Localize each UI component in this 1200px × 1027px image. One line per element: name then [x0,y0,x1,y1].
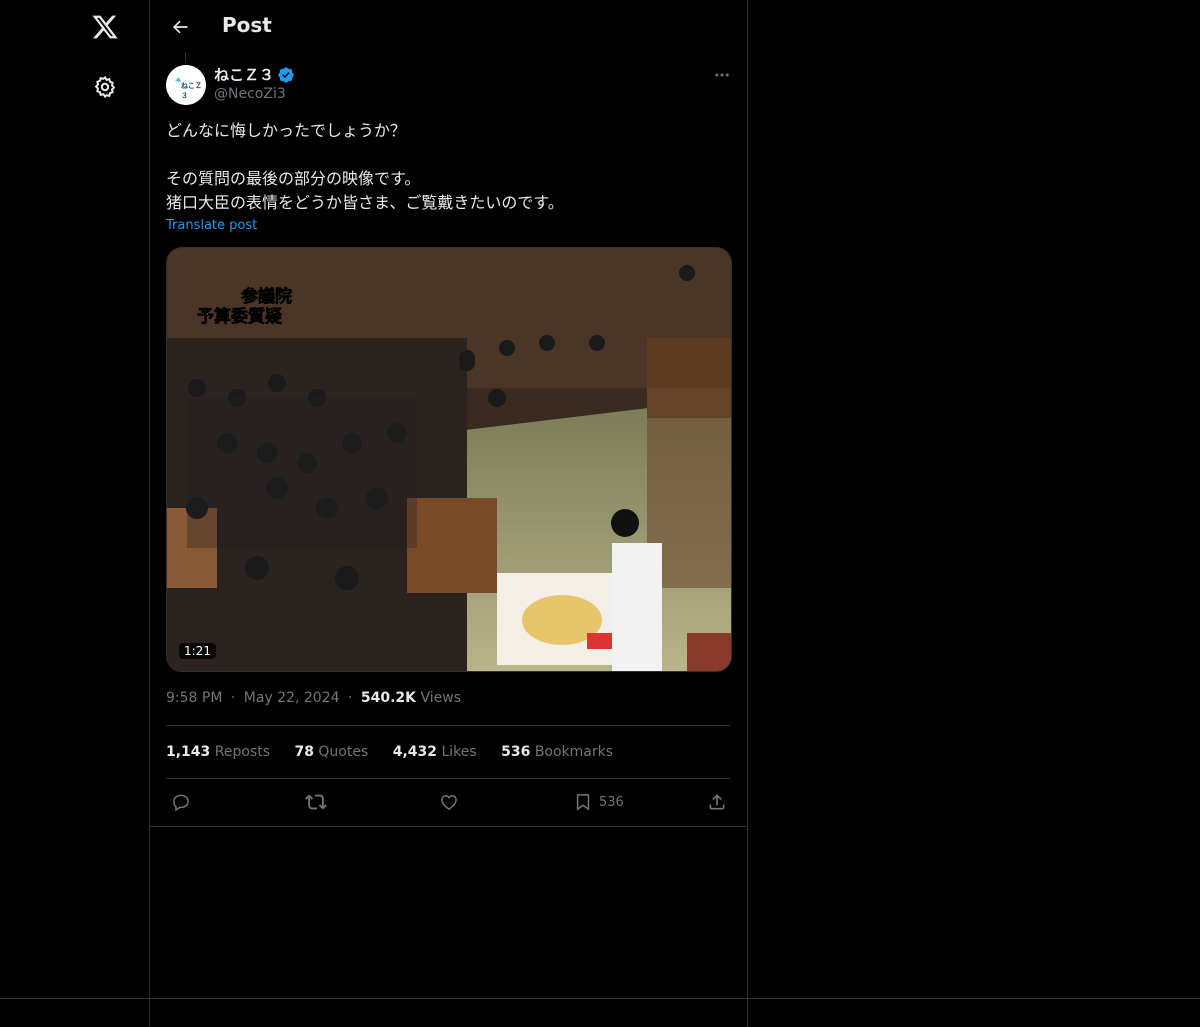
post-text-line [166,143,736,167]
more-icon [715,73,729,77]
avatar[interactable]: ねこＺ３ [166,65,206,105]
likes-count: 4,432 [392,744,437,760]
video-caption-1: 参議院 [241,286,292,307]
divider [166,778,731,779]
repost-icon [305,794,327,810]
arrow-left-icon [172,20,188,34]
gear-icon[interactable] [88,70,122,104]
quotes-label: Quotes [318,744,369,760]
reposts-label: Reposts [214,744,270,760]
bookmark-icon [576,794,590,811]
post-text-line: どんなに悔しかったでしょうか？ [166,121,407,140]
views-count: 540.2K [360,690,417,706]
like-button[interactable] [439,789,459,815]
avatar-label: ねこＺ３ [181,82,202,100]
repost-button[interactable] [305,789,327,815]
bookmarks-count: 536 [501,744,531,760]
reposts-count: 1,143 [166,744,211,760]
likes-label: Likes [441,744,477,760]
engagement-stats: 1,143 Reposts 78 Quotes 4,432 Likes 536 … [166,744,633,760]
bookmark-count: 536 [599,794,624,810]
share-icon [709,794,725,810]
verified-badge-icon [277,66,295,88]
footer-divider [0,998,1200,999]
video-caption-2: 予算委質疑 [197,306,282,327]
main-bottom-divider [149,826,748,827]
post-meta: 9:58 PM · May 22, 2024 · 540.2K Views [166,690,461,706]
video-duration: 1:21 [179,643,216,659]
translate-post-link[interactable]: Translate post [166,218,257,233]
reply-icon [173,794,189,812]
likes-stat[interactable]: 4,432 Likes [393,744,477,760]
divider [166,725,731,726]
reply-button[interactable] [171,789,191,815]
post-text-line: その質問の最後の部分の映像です。 [166,169,421,188]
post-text-line: 猪口大臣の表情をどうか皆さま、ご覧戴きたいのです。 [166,193,564,212]
bookmarks-label: Bookmarks [534,744,614,760]
page-title: Post [222,13,272,37]
bookmarks-stat[interactable]: 536 Bookmarks [501,744,613,760]
separator-dot: · [230,690,236,706]
x-logo-icon[interactable] [88,10,122,44]
bookmark-button[interactable]: 536 [573,789,624,815]
share-button[interactable] [707,789,727,815]
quotes-count: 78 [294,744,314,760]
main-column: Post ねこＺ３ ねこＺ３ @NecoZi3 どんなに悔しかったでしょうか？ … [149,0,748,1027]
post-text: どんなに悔しかったでしょうか？ その質問の最後の部分の映像です。 猪口大臣の表情… [166,119,736,215]
video-thumbnail: 参議院 予算委質疑 [167,248,731,671]
header: Post [149,0,747,53]
thread-line [185,52,186,62]
post-date[interactable]: May 22, 2024 [244,690,340,706]
separator-dot: · [347,690,353,706]
quotes-stat[interactable]: 78 Quotes [294,744,368,760]
author-name[interactable]: ねこＺ３ [214,64,274,85]
post-time[interactable]: 9:58 PM [166,690,222,706]
back-button[interactable] [163,10,197,44]
views-label: Views [420,690,462,706]
video-player[interactable]: 参議院 予算委質疑 1:21 [166,247,732,672]
left-nav [0,0,150,1027]
reposts-stat[interactable]: 1,143 Reposts [166,744,270,760]
heart-icon [441,794,457,810]
author-handle[interactable]: @NecoZi3 [214,86,286,102]
more-options-button[interactable] [709,64,735,86]
